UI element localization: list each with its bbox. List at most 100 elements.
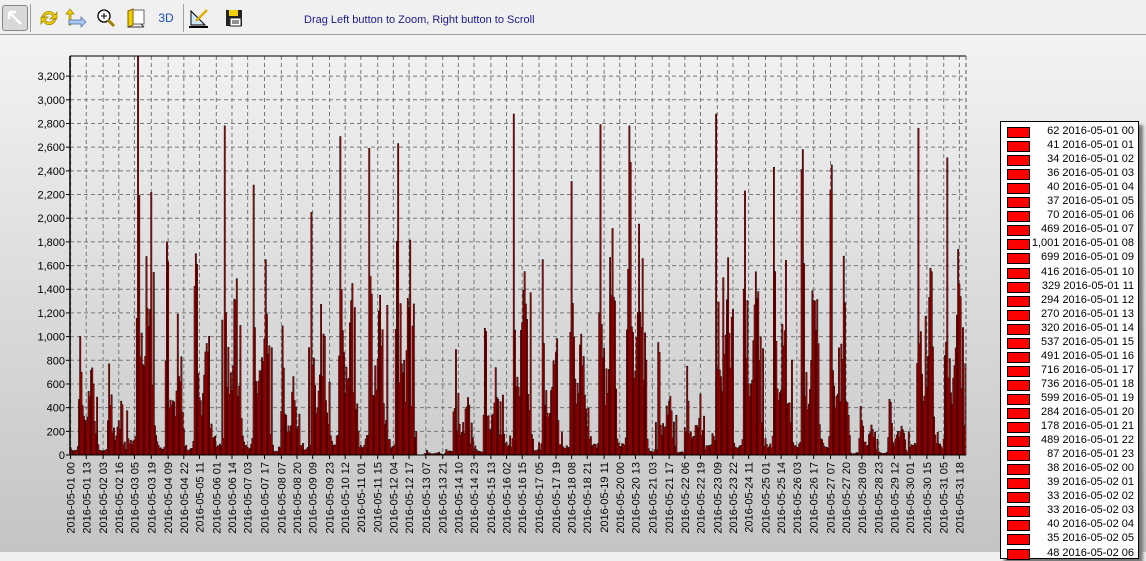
chart-area[interactable]: 02004006008001,0001,2001,4001,6001,8002,… bbox=[0, 35, 1146, 552]
legend-label: 1,001 2016-05-01 08 bbox=[1032, 237, 1134, 249]
x-tick-label: 2016-05-17 05 bbox=[534, 462, 546, 534]
legend-item: 39 2016-05-02 01 bbox=[1001, 476, 1138, 490]
axis-button[interactable] bbox=[63, 6, 87, 30]
toolbar-hint: Drag Left button to Zoom, Right button t… bbox=[304, 14, 535, 26]
legend-swatch bbox=[1007, 549, 1030, 560]
y-tick-label: 1,400 bbox=[37, 284, 65, 296]
legend-swatch bbox=[1007, 450, 1030, 461]
y-tick-label: 600 bbox=[47, 379, 65, 391]
legend: 62 2016-05-01 0041 2016-05-01 0134 2016-… bbox=[1000, 121, 1139, 559]
x-tick-label: 2016-05-05 11 bbox=[194, 462, 206, 533]
legend-label: 270 2016-05-01 13 bbox=[1041, 308, 1134, 320]
3d-button[interactable]: 3D bbox=[154, 6, 178, 30]
bar bbox=[762, 349, 763, 455]
edit-button[interactable] bbox=[187, 6, 211, 30]
arrow-pointer-icon bbox=[6, 9, 24, 27]
legend-item: 87 2016-05-01 23 bbox=[1001, 448, 1138, 462]
bar bbox=[530, 293, 531, 455]
legend-swatch bbox=[1007, 464, 1030, 475]
legend-item: 48 2016-05-02 06 bbox=[1001, 547, 1138, 561]
legend-label: 294 2016-05-01 12 bbox=[1041, 294, 1134, 306]
legend-label: 178 2016-05-01 21 bbox=[1041, 420, 1134, 432]
legend-label: 537 2016-05-01 15 bbox=[1041, 336, 1134, 348]
y-tick-label: 2,200 bbox=[37, 190, 65, 202]
legend-label: 87 2016-05-01 23 bbox=[1047, 448, 1134, 460]
legend-swatch bbox=[1007, 169, 1030, 180]
x-tick-label: 2016-05-30 15 bbox=[922, 462, 934, 534]
legend-item: 489 2016-05-01 22 bbox=[1001, 434, 1138, 448]
legend-label: 599 2016-05-01 19 bbox=[1041, 392, 1134, 404]
legend-label: 40 2016-05-01 04 bbox=[1047, 181, 1134, 193]
legend-swatch bbox=[1007, 268, 1030, 279]
bar bbox=[308, 348, 309, 455]
legend-item: 37 2016-05-01 05 bbox=[1001, 195, 1138, 209]
refresh-button[interactable] bbox=[37, 6, 61, 30]
legend-label: 699 2016-05-01 09 bbox=[1041, 251, 1134, 263]
x-tick-label: 2016-05-19 11 bbox=[599, 462, 611, 533]
legend-item: 270 2016-05-01 13 bbox=[1001, 308, 1138, 322]
legend-item: 716 2016-05-01 17 bbox=[1001, 364, 1138, 378]
bar bbox=[387, 305, 388, 455]
toolbar-divider bbox=[183, 4, 184, 32]
legend-item: 1,001 2016-05-01 08 bbox=[1001, 237, 1138, 251]
legend-swatch bbox=[1007, 183, 1030, 194]
page-button[interactable] bbox=[124, 6, 148, 30]
x-tick-label: 2016-05-04 22 bbox=[179, 462, 191, 534]
pen-ruler-icon bbox=[188, 7, 210, 29]
legend-label: 489 2016-05-01 22 bbox=[1041, 434, 1134, 446]
y-tick-label: 3,000 bbox=[37, 95, 65, 107]
save-button[interactable] bbox=[222, 6, 246, 30]
toolbar-divider bbox=[30, 4, 31, 32]
legend-item: 329 2016-05-01 11 bbox=[1001, 280, 1138, 294]
legend-item: 34 2016-05-01 02 bbox=[1001, 153, 1138, 167]
legend-item: 284 2016-05-01 20 bbox=[1001, 406, 1138, 420]
legend-label: 716 2016-05-01 17 bbox=[1041, 364, 1134, 376]
legend-swatch bbox=[1007, 282, 1030, 293]
y-tick-label: 3,200 bbox=[37, 71, 65, 83]
page-icon bbox=[125, 7, 147, 29]
legend-swatch bbox=[1007, 127, 1030, 138]
legend-swatch bbox=[1007, 492, 1030, 503]
x-tick-label: 2016-05-28 09 bbox=[857, 462, 869, 534]
legend-item: 599 2016-05-01 19 bbox=[1001, 392, 1138, 406]
x-tick-label: 2016-05-08 20 bbox=[292, 462, 304, 534]
x-tick-label: 2016-05-10 12 bbox=[340, 462, 352, 534]
bar bbox=[271, 348, 272, 455]
x-tick-label: 2016-05-25 01 bbox=[760, 462, 772, 534]
x-tick-label: 2016-05-24 11 bbox=[744, 462, 756, 533]
legend-item: 537 2016-05-01 15 bbox=[1001, 336, 1138, 350]
legend-swatch bbox=[1007, 324, 1030, 335]
y-tick-label: 2,600 bbox=[37, 142, 65, 154]
x-tick-label: 2016-05-23 09 bbox=[712, 462, 724, 534]
legend-label: 416 2016-05-01 10 bbox=[1041, 266, 1134, 278]
x-tick-label: 2016-05-14 10 bbox=[453, 462, 465, 534]
x-tick-label: 2016-05-22 19 bbox=[695, 462, 707, 534]
legend-item: 416 2016-05-01 10 bbox=[1001, 266, 1138, 280]
bar bbox=[791, 360, 792, 455]
zoom-button[interactable] bbox=[94, 6, 118, 30]
x-tick-label: 2016-05-30 01 bbox=[905, 462, 917, 534]
pointer-button[interactable] bbox=[2, 5, 28, 31]
refresh-icon bbox=[38, 7, 60, 29]
x-tick-label: 2016-05-29 12 bbox=[889, 462, 901, 534]
legend-swatch bbox=[1007, 394, 1030, 405]
bar bbox=[413, 304, 414, 455]
legend-label: 34 2016-05-01 02 bbox=[1047, 153, 1134, 165]
x-tick-label: 2016-05-13 07 bbox=[421, 462, 433, 534]
legend-item: 36 2016-05-01 03 bbox=[1001, 167, 1138, 181]
legend-label: 329 2016-05-01 11 bbox=[1042, 280, 1134, 292]
legend-swatch bbox=[1007, 366, 1030, 377]
x-tick-label: 2016-05-22 06 bbox=[680, 462, 692, 534]
x-tick-label: 2016-05-08 07 bbox=[276, 462, 288, 534]
legend-item: 736 2016-05-01 18 bbox=[1001, 378, 1138, 392]
legend-label: 284 2016-05-01 20 bbox=[1041, 406, 1134, 418]
x-tick-label: 2016-05-31 05 bbox=[939, 462, 951, 534]
x-tick-label: 2016-05-18 21 bbox=[582, 462, 594, 534]
legend-swatch bbox=[1007, 239, 1030, 250]
bar-chart[interactable]: 02004006008001,0001,2001,4001,6001,8002,… bbox=[0, 35, 1000, 552]
legend-swatch bbox=[1007, 506, 1030, 517]
x-tick-label: 2016-05-18 08 bbox=[567, 462, 579, 534]
y-tick-label: 1,200 bbox=[37, 308, 65, 320]
y-tick-label: 0 bbox=[59, 450, 65, 462]
legend-label: 33 2016-05-02 03 bbox=[1047, 504, 1134, 516]
